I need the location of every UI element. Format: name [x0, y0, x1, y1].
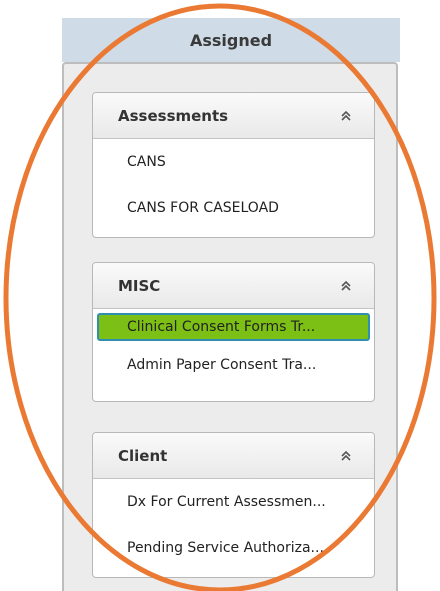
section-title: Assessments [118, 106, 229, 125]
section-title: MISC [118, 276, 161, 295]
section-assessments: Assessments CANS CANS FOR CASELOAD [92, 92, 375, 238]
section-header-assessments[interactable]: Assessments [93, 93, 374, 139]
double-chevron-up-icon[interactable] [338, 448, 354, 464]
section-title: Client [118, 446, 168, 465]
section-header-client[interactable]: Client [93, 433, 374, 479]
list-item-clinical-consent-forms[interactable]: Clinical Consent Forms Tr... [97, 313, 370, 341]
section-header-misc[interactable]: MISC [93, 263, 374, 309]
section-misc: MISC Clinical Consent Forms Tr... Admin … [92, 262, 375, 402]
list-item-cans[interactable]: CANS [93, 139, 374, 185]
double-chevron-up-icon[interactable] [338, 278, 354, 294]
list-item-cans-for-caseload[interactable]: CANS FOR CASELOAD [93, 185, 374, 231]
section-client: Client Dx For Current Assessmen... Pendi… [92, 432, 375, 578]
double-chevron-up-icon[interactable] [338, 108, 354, 124]
list-item-admin-paper-consent[interactable]: Admin Paper Consent Tra... [93, 341, 374, 389]
panel-title: Assigned [189, 30, 273, 50]
list-item-dx-current-assessment[interactable]: Dx For Current Assessmen... [93, 479, 374, 525]
assigned-panel-header: Assigned [62, 18, 400, 62]
list-item-pending-service-authorization[interactable]: Pending Service Authoriza... [93, 525, 374, 571]
